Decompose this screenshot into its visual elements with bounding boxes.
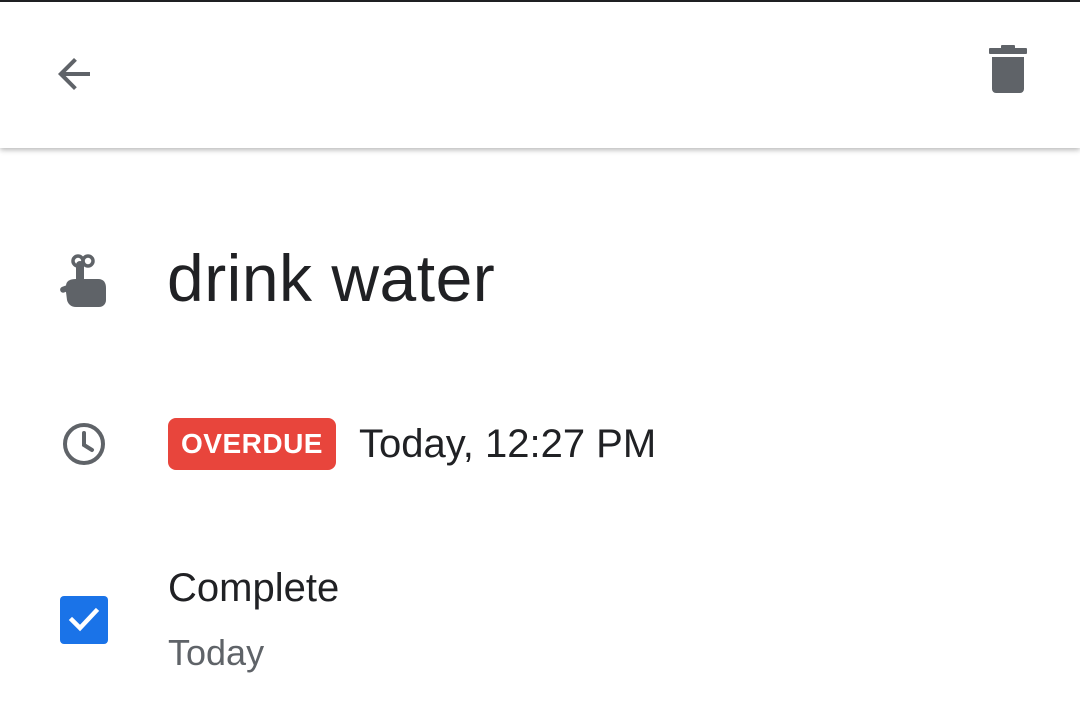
back-button[interactable]: [34, 34, 114, 114]
finger-string-reminder-icon: [56, 252, 112, 308]
due-date-text: Today, 12:27 PM: [358, 421, 657, 466]
complete-checkbox[interactable]: [60, 596, 108, 644]
clock-icon: [56, 416, 112, 472]
delete-button[interactable]: [968, 30, 1048, 110]
due-date-row[interactable]: OVERDUE Today, 12:27 PM: [168, 418, 656, 470]
task-detail-content: drink water OVERDUE Today, 12:27 PM Comp…: [0, 148, 1080, 709]
checkmark-icon: [68, 607, 100, 632]
complete-label: Complete: [168, 566, 340, 610]
completed-date: Today: [168, 632, 265, 673]
task-title[interactable]: drink water: [167, 238, 495, 318]
trash-icon: [989, 45, 1027, 93]
app-bar: [0, 2, 1080, 148]
overdue-badge: OVERDUE: [168, 418, 336, 470]
arrow-back-icon: [58, 58, 90, 90]
